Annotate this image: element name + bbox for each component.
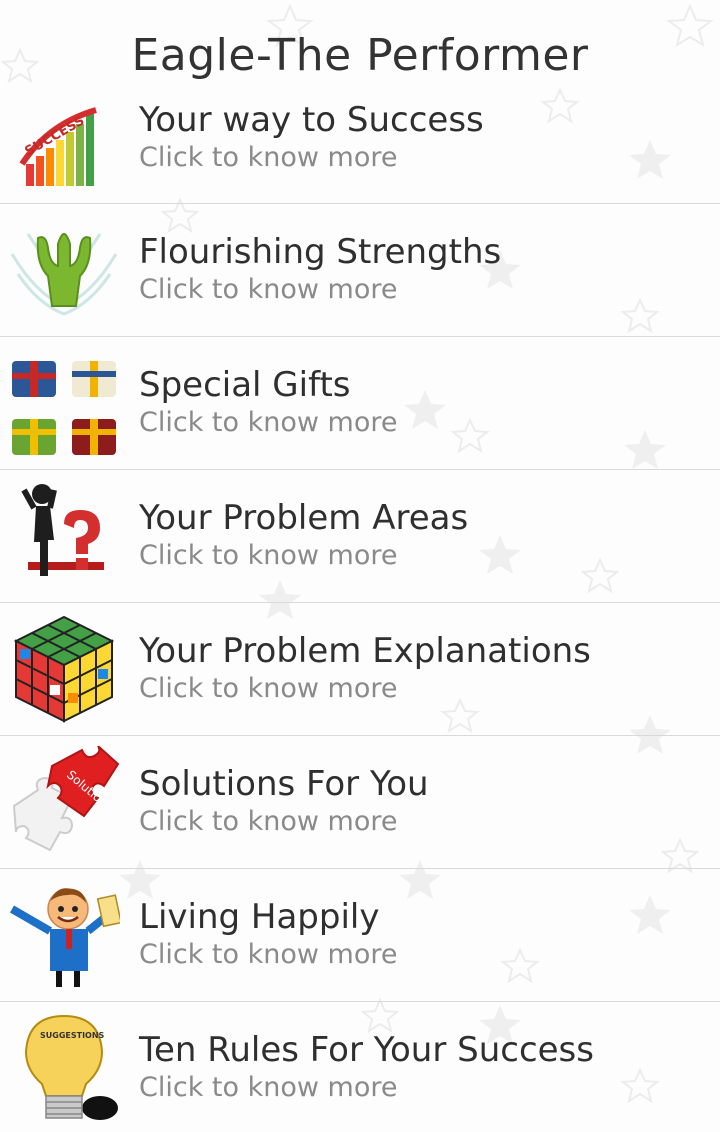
list-item-your-problem-explanations[interactable]: Your Problem Explanations Click to know … bbox=[0, 603, 720, 736]
list-item-flourishing-strengths[interactable]: Flourishing Strengths Click to know more bbox=[0, 204, 720, 337]
app-header: Eagle-The Performer bbox=[0, 0, 720, 112]
rubiks-cube-icon bbox=[13, 615, 115, 723]
strength-figure-icon bbox=[10, 233, 118, 316]
success-stairs-icon: SUCCESS bbox=[19, 107, 97, 186]
list-item-title: Your Problem Areas bbox=[139, 498, 469, 538]
list-item-title: Solutions For You bbox=[139, 764, 429, 804]
happy-man-icon bbox=[9, 888, 120, 987]
app-screen: Eagle-The Performer SUCCESS Your way to … bbox=[0, 0, 720, 1132]
list-item-subtitle: Click to know more bbox=[139, 806, 398, 837]
list-item-title: Flourishing Strengths bbox=[139, 232, 502, 272]
gift-boxes-icon bbox=[12, 361, 116, 455]
list-item-title: Ten Rules For Your Success bbox=[139, 1030, 594, 1070]
list-item-title: Your Problem Explanations bbox=[139, 631, 591, 671]
list-item-title: Special Gifts bbox=[139, 365, 351, 405]
list-item-special-gifts[interactable]: Special Gifts Click to know more bbox=[0, 337, 720, 470]
list-item-subtitle: Click to know more bbox=[139, 142, 398, 173]
list-item-subtitle: Click to know more bbox=[139, 274, 398, 305]
thinking-person-icon bbox=[21, 484, 104, 576]
light-bulb-icon: SUGGESTIONS bbox=[24, 1014, 118, 1120]
list-item-your-problem-areas[interactable]: Your Problem Areas Click to know more bbox=[0, 470, 720, 603]
list-item-title: Living Happily bbox=[139, 897, 380, 937]
list-item-subtitle: Click to know more bbox=[139, 407, 398, 438]
list-item-subtitle: Click to know more bbox=[139, 1072, 398, 1103]
menu-list[interactable]: SUCCESS Your way to Success Click to kno… bbox=[0, 70, 720, 1132]
app-title: Eagle-The Performer bbox=[131, 30, 589, 81]
list-item-solutions-for-you[interactable]: Solution Solutions For You Click to know… bbox=[0, 736, 720, 869]
list-item-subtitle: Click to know more bbox=[139, 939, 398, 970]
list-item-subtitle: Click to know more bbox=[139, 673, 398, 704]
suggestions-label: SUGGESTIONS bbox=[40, 1031, 105, 1040]
list-item-subtitle: Click to know more bbox=[139, 540, 398, 571]
list-item-living-happily[interactable]: Living Happily Click to know more bbox=[0, 869, 720, 1002]
puzzle-piece-icon: Solution bbox=[12, 746, 120, 852]
list-item-ten-rules-for-your-success[interactable]: SUGGESTIONS Ten Rules For Your Success C… bbox=[0, 1002, 720, 1132]
